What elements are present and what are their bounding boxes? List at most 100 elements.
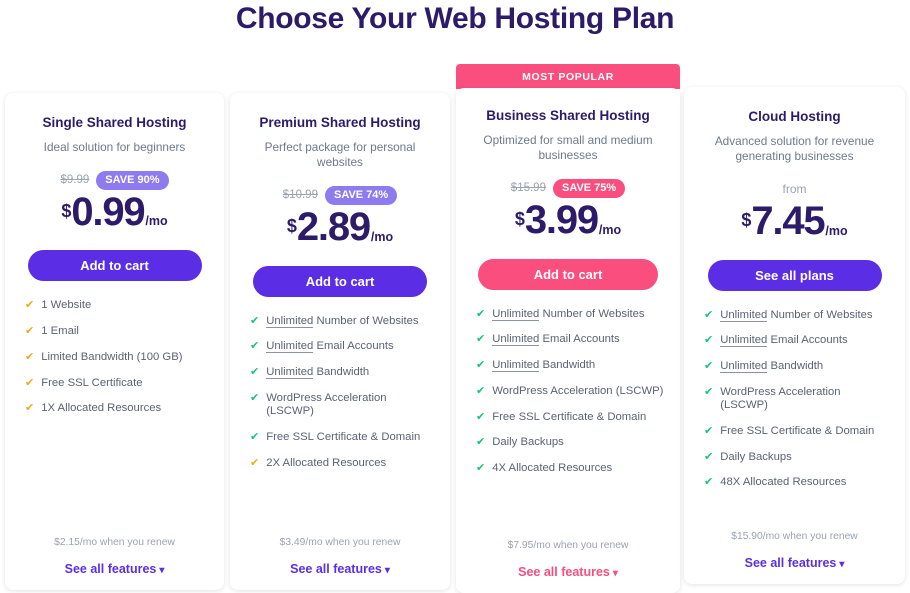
feature-label: Daily Backups [720, 450, 792, 463]
discount-row: $10.99 SAVE 74% [244, 184, 436, 206]
most-popular-banner: MOST POPULAR [456, 64, 680, 89]
price-period: /mo [598, 222, 622, 237]
plan-card-single-shared-hosting: Single Shared Hosting Ideal solution for… [5, 93, 224, 590]
feature-label: Free SSL Certificate & Domain [266, 430, 421, 443]
plan-card-business-shared-hosting: Business Shared Hosting Optimized for sm… [456, 88, 680, 593]
feature-list: ✔ 1 Website ✔ 1 Email ✔ Limited Bandwidth (10… [19, 299, 210, 416]
see-all-features-link[interactable]: See all features ▾ [518, 565, 618, 579]
feature-item: ✔ 2X Allocated Resources [250, 457, 436, 471]
feature-highlight: Unlimited [492, 307, 540, 321]
price-row: $ 2.89 /mo [244, 205, 436, 250]
check-icon: ✔ [704, 424, 714, 437]
pricing-page: Choose Your Web Hosting Plan MOST POPULA… [0, 0, 910, 593]
currency-symbol: $ [741, 210, 752, 231]
plan-description: Perfect package for personal websites [264, 140, 416, 170]
check-icon: ✔ [250, 391, 260, 404]
feature-label: Unlimited Bandwidth [720, 360, 824, 374]
feature-label: Unlimited Bandwidth [492, 359, 596, 373]
plan-name: Premium Shared Hosting [259, 115, 421, 130]
see-all-features-link[interactable]: See all features ▾ [290, 562, 390, 576]
see-all-features-label: See all features [290, 562, 382, 576]
feature-item: ✔ WordPress Acceleration (LSCWP) [704, 386, 891, 413]
feature-item: ✔ 1 Website [25, 299, 210, 313]
see-all-features-link[interactable]: See all features ▾ [65, 562, 165, 576]
plan-card-cloud-hosting: Cloud Hosting Advanced solution for reve… [684, 87, 905, 584]
feature-label: 1 Email [41, 325, 79, 338]
feature-highlight: Unlimited [720, 308, 768, 322]
price-block: $10.99 SAVE 74% $ 2.89 /mo [244, 184, 436, 247]
check-icon: ✔ [476, 384, 486, 397]
plan-description: Optimized for small and medium businesse… [483, 133, 653, 163]
old-price: $9.99 [60, 174, 90, 187]
check-icon: ✔ [476, 462, 486, 475]
feature-item: ✔ Unlimited Number of Websites [704, 308, 891, 323]
add-to-cart-button[interactable]: Add to cart [27, 250, 202, 282]
check-icon: ✔ [25, 325, 35, 338]
renewal-note: $3.49/mo when you renew [279, 537, 401, 548]
price-period: /mo [825, 223, 848, 238]
price-amount: 2.89 [296, 205, 371, 250]
feature-label: Unlimited Email Accounts [266, 340, 394, 354]
see-all-features-label: See all features [744, 556, 837, 570]
price-row: $ 7.45 /mo [698, 201, 891, 241]
card-footer: $15.90/mo when you renew See all feature… [684, 531, 905, 572]
check-icon: ✔ [25, 376, 35, 389]
see-all-plans-button[interactable]: See all plans [707, 259, 882, 291]
price-block: $9.99 SAVE 90% $ 0.99 /mo [19, 169, 210, 232]
renewal-note: $2.15/mo when you renew [54, 537, 175, 548]
feature-list: ✔ Unlimited Number of Websites ✔ Unlimited … [470, 307, 666, 476]
see-all-features-label: See all features [64, 562, 157, 576]
feature-highlight: Unlimited [266, 366, 314, 380]
feature-item: ✔ Unlimited Email Accounts [704, 334, 891, 348]
price-period: /mo [370, 229, 394, 244]
see-all-features-link[interactable]: See all features ▾ [745, 556, 845, 570]
feature-label: 48X Allocated Resources [720, 476, 847, 489]
check-icon: ✔ [704, 476, 714, 489]
feature-label: Unlimited Email Accounts [720, 334, 848, 348]
check-icon: ✔ [704, 450, 714, 463]
check-icon: ✔ [250, 366, 260, 379]
chevron-down-icon: ▾ [159, 565, 165, 576]
feature-item: ✔ Unlimited Number of Websites [250, 314, 436, 329]
feature-label: WordPress Acceleration (LSCWP) [266, 391, 387, 418]
old-price: $15.99 [510, 182, 546, 195]
plan-description: Advanced solution for revenue generating… [714, 134, 875, 164]
currency-symbol: $ [61, 201, 72, 222]
page-title: Choose Your Web Hosting Plan [235, 2, 675, 35]
feature-label: Free SSL Certificate [41, 376, 143, 389]
feature-highlight: Unlimited [720, 360, 768, 374]
feature-highlight: Unlimited [492, 359, 540, 373]
price-row: $ 0.99 /mo [19, 192, 210, 232]
renewal-note: $15.90/mo when you renew [731, 531, 858, 542]
add-to-cart-button[interactable]: Add to cart [478, 258, 658, 290]
check-icon: ✔ [25, 402, 35, 415]
price-row: $ 3.99 /mo [470, 200, 666, 240]
discount-row: $15.99 SAVE 75% [470, 177, 666, 199]
card-footer: $2.15/mo when you renew See all features… [5, 537, 224, 578]
feature-item: ✔ Free SSL Certificate & Domain [476, 411, 666, 425]
add-to-cart-button[interactable]: Add to cart [253, 265, 427, 297]
save-badge: SAVE 90% [96, 170, 169, 190]
feature-label: 1 Website [41, 299, 92, 312]
feature-highlight: Unlimited [266, 314, 314, 328]
price-block: $15.99 SAVE 75% $ 3.99 /mo [470, 177, 666, 240]
check-icon: ✔ [25, 299, 35, 312]
feature-label: WordPress Acceleration (LSCWP) [492, 384, 664, 397]
feature-item: ✔ Unlimited Email Accounts [250, 340, 436, 354]
price-period: /mo [145, 214, 168, 229]
check-icon: ✔ [250, 456, 260, 469]
check-icon: ✔ [476, 333, 486, 346]
check-icon: ✔ [250, 430, 260, 443]
check-icon: ✔ [704, 385, 714, 398]
feature-item: ✔ Unlimited Bandwidth [476, 359, 666, 373]
feature-item: ✔ Unlimited Number of Websites [476, 307, 666, 322]
check-icon: ✔ [476, 436, 486, 449]
currency-symbol: $ [286, 216, 297, 237]
feature-item: ✔ 1X Allocated Resources [25, 402, 210, 416]
feature-item: ✔ Unlimited Bandwidth [250, 366, 436, 380]
feature-label: Free SSL Certificate & Domain [492, 410, 647, 423]
save-badge: SAVE 74% [324, 185, 398, 205]
check-icon: ✔ [704, 360, 714, 373]
check-icon: ✔ [476, 359, 486, 372]
price-block: from $ 7.45 /mo [698, 178, 891, 241]
